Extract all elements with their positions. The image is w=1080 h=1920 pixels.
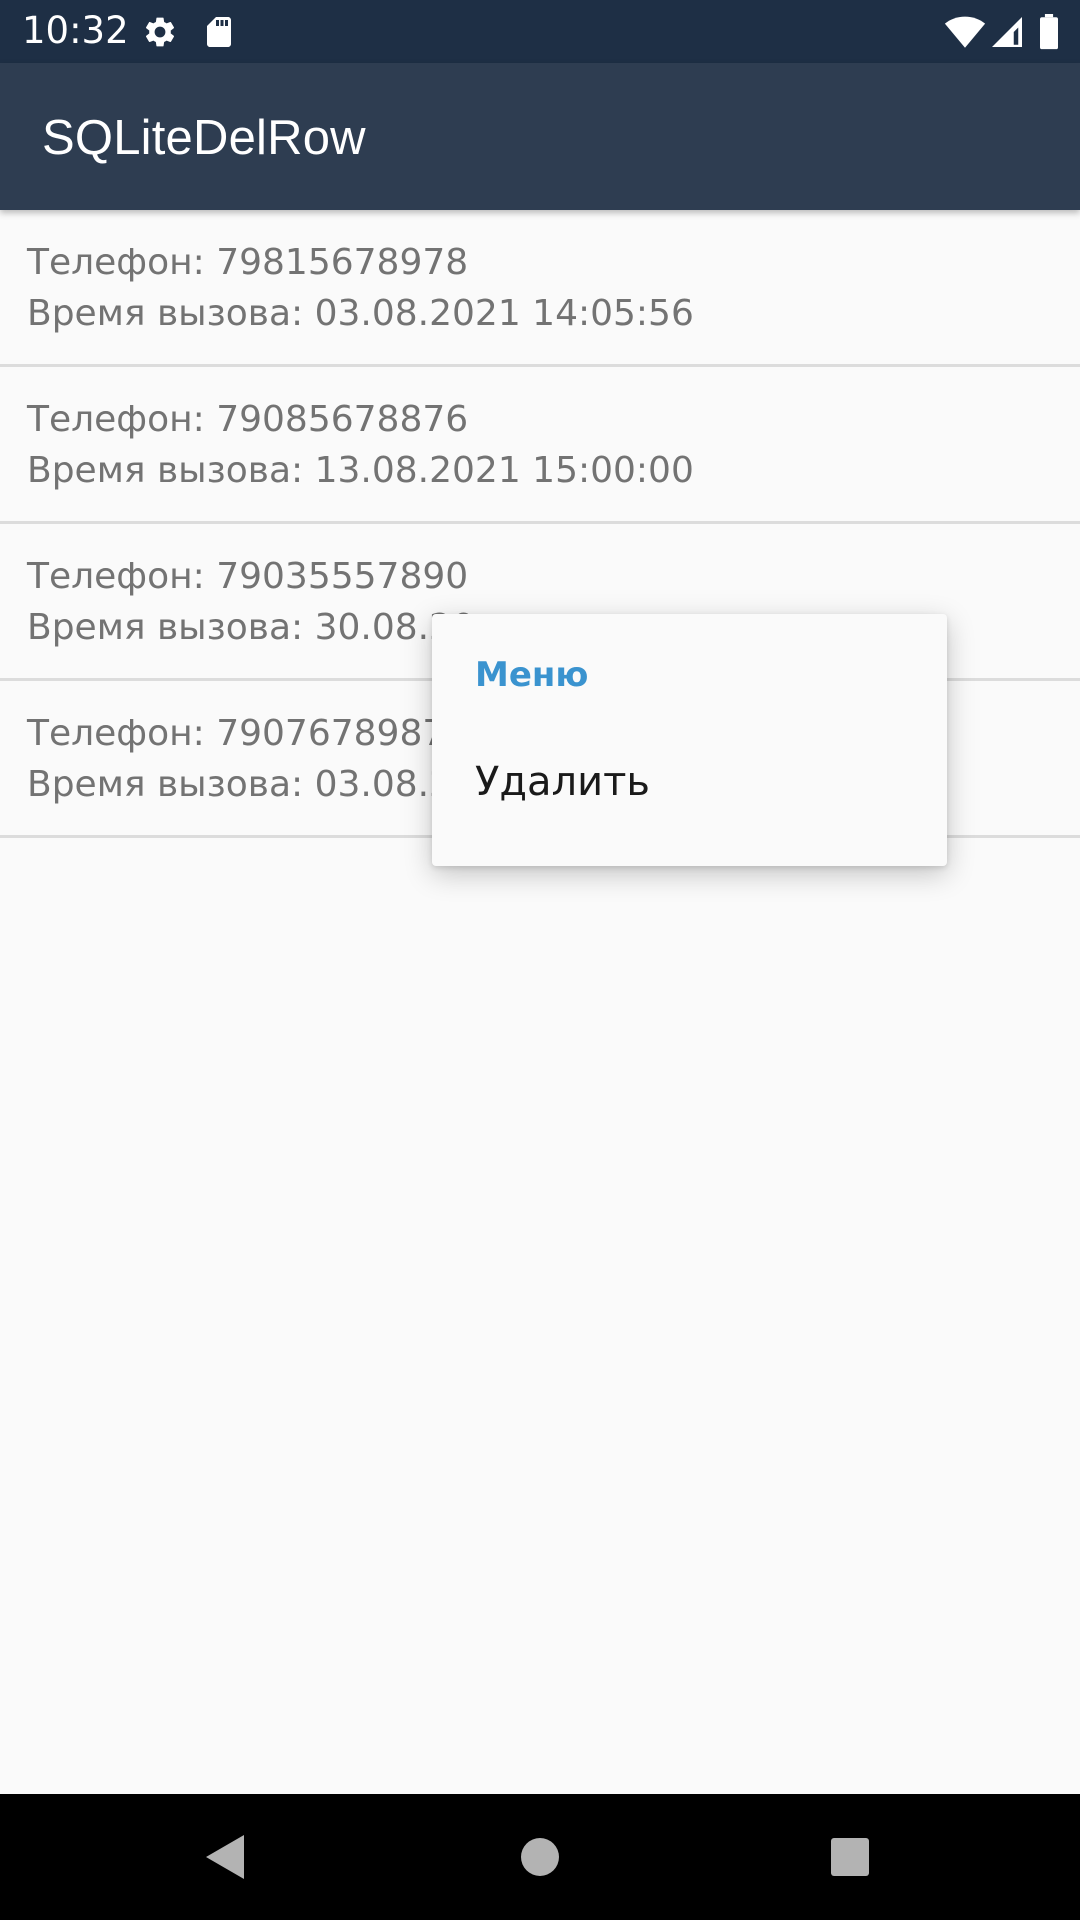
gear-icon — [142, 14, 178, 50]
phone-text: Телефон: 79085678876 — [27, 399, 469, 440]
context-menu-title: Меню — [475, 655, 589, 695]
context-menu: Меню Удалить — [432, 614, 947, 866]
wifi-icon — [944, 14, 986, 50]
navigation-bar — [0, 1794, 1080, 1920]
status-bar: 10:32 — [0, 0, 1080, 63]
recents-icon[interactable] — [815, 1822, 885, 1892]
sd-card-icon — [201, 14, 237, 50]
screen: 10:32 SQLiteDelRow Телефон: 79815678978 … — [0, 0, 1080, 1920]
app-title: SQLiteDelRow — [42, 111, 366, 165]
phone-text: Телефон: 79815678978 — [27, 242, 469, 283]
list-item[interactable]: Телефон: 79815678978 Время вызова: 03.08… — [0, 210, 1080, 367]
delete-menu-item-label: Удалить — [475, 759, 650, 805]
battery-icon — [1037, 14, 1061, 50]
phone-text: Телефон: 79035557890 — [27, 556, 469, 597]
status-time: 10:32 — [22, 9, 129, 52]
home-icon[interactable] — [505, 1822, 575, 1892]
delete-menu-item[interactable]: Удалить — [432, 729, 947, 839]
call-time-text: Время вызова: 03.08.20 — [27, 764, 475, 805]
call-time-text: Время вызова: 30.08.20 — [27, 607, 475, 648]
signal-icon — [989, 14, 1025, 50]
app-bar: SQLiteDelRow — [0, 63, 1080, 210]
phone-text: Телефон: 79076789878 — [27, 713, 469, 754]
call-time-text: Время вызова: 03.08.2021 14:05:56 — [27, 293, 694, 334]
back-icon[interactable] — [190, 1822, 260, 1892]
list-item[interactable]: Телефон: 79085678876 Время вызова: 13.08… — [0, 367, 1080, 524]
call-time-text: Время вызова: 13.08.2021 15:00:00 — [27, 450, 694, 491]
